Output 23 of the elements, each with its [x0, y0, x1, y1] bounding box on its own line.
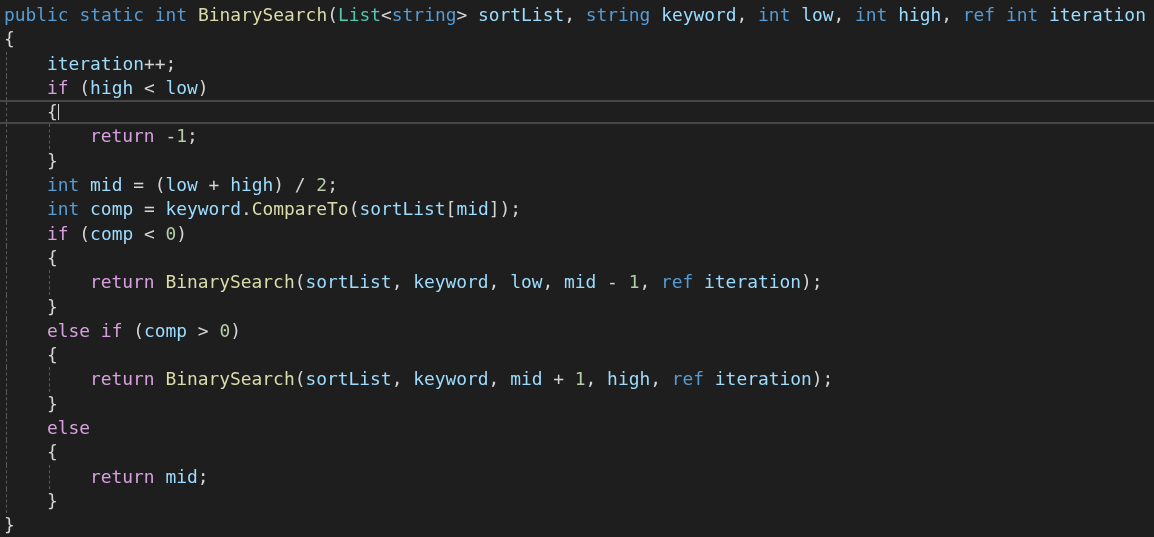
code-line: return BinarySearch(sortList, keyword, low, mid - 1, ref iteration); — [90, 270, 823, 295]
code-line: if (comp < 0) — [47, 221, 188, 246]
code-line: return mid; — [90, 464, 209, 489]
code-line: } — [47, 391, 58, 416]
code-line: public static int BinarySearch(List<string> sortList, string keyword, int low, int high, ref int iteration — [4, 3, 1146, 27]
code-line: return -1; — [90, 124, 198, 149]
code-line: } — [47, 488, 58, 513]
code-line: { — [47, 102, 58, 123]
code-line: { — [47, 343, 58, 368]
code-line: { — [4, 27, 15, 52]
code-line: { — [47, 440, 58, 465]
code-line: int mid = (low + high) / 2; — [47, 173, 338, 198]
code-line: } — [47, 148, 58, 173]
code-line: int comp = keyword.CompareTo(sortList[mid]); — [47, 197, 522, 222]
code-line: } — [47, 294, 58, 319]
code-line: if (high < low) — [47, 75, 209, 100]
code-line: else — [47, 416, 91, 441]
code-line: return BinarySearch(sortList, keyword, mid + 1, high, ref iteration); — [90, 367, 834, 392]
code-line: else if (comp > 0) — [47, 318, 241, 343]
code-line: } — [4, 513, 15, 537]
text-cursor — [57, 104, 59, 121]
code-line: { — [47, 245, 58, 270]
code-line: iteration++; — [47, 51, 177, 76]
